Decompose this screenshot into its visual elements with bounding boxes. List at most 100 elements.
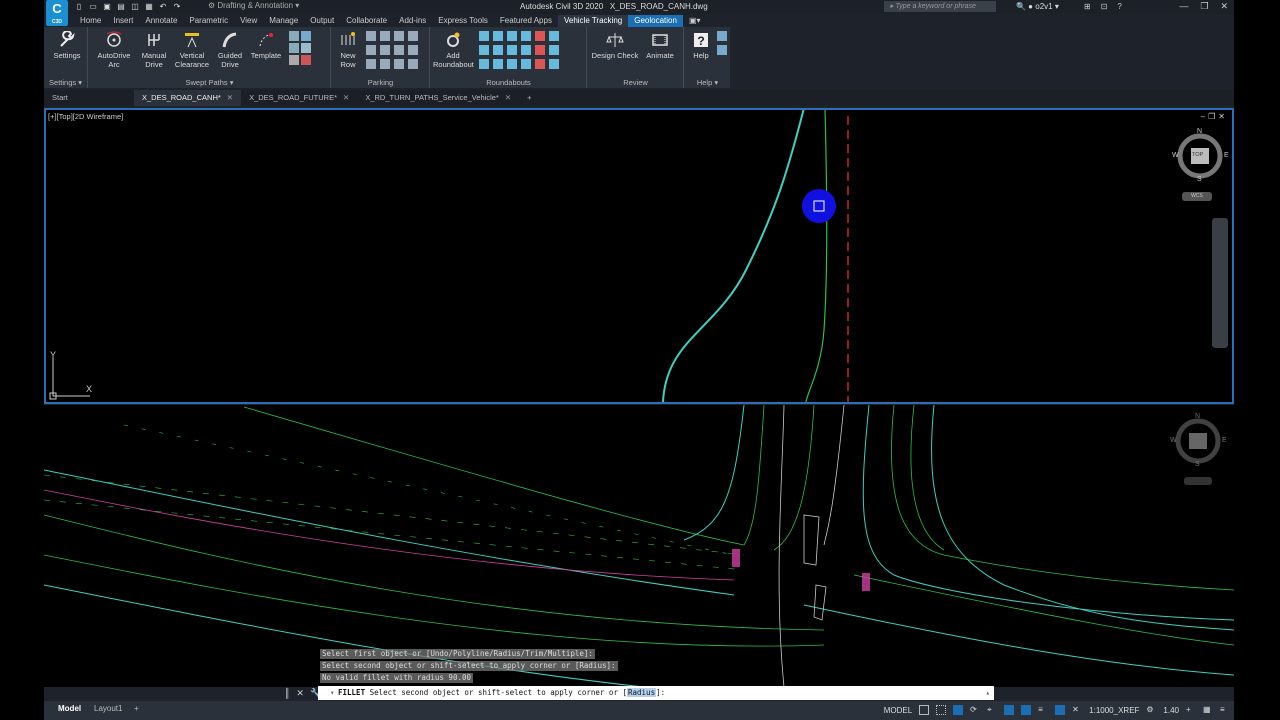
ribbon-tab-collaborate[interactable]: Collaborate (340, 15, 393, 27)
app-logo[interactable]: C C3D (46, 0, 68, 26)
tool-icon[interactable] (493, 31, 503, 41)
viewport-top[interactable]: [+][Top][2D Wireframe] Y X –❐✕ N S E W T… (44, 108, 1234, 404)
tool-icon[interactable] (521, 31, 531, 41)
osnap-icon[interactable] (1004, 705, 1015, 715)
tool-icon[interactable] (521, 45, 531, 55)
design-check-button[interactable]: Design Check (590, 31, 640, 60)
ribbon-tab-output[interactable]: Output (304, 15, 340, 27)
compass-e[interactable]: E (1224, 152, 1229, 159)
redo-icon[interactable]: ↷ (172, 2, 182, 11)
tool-icon[interactable] (408, 45, 418, 55)
tool-icon[interactable] (717, 31, 727, 41)
vp-close-icon[interactable]: ✕ (1218, 112, 1228, 121)
tool-icon[interactable] (301, 55, 311, 65)
command-line-input[interactable]: ▾ FILLET Select second object or shift-s… (318, 686, 994, 700)
save-icon[interactable]: ▣ (102, 2, 112, 11)
tool-icon[interactable] (479, 31, 489, 41)
tool-icon[interactable] (507, 31, 517, 41)
manual-drive-button[interactable]: Manual Drive (137, 31, 171, 69)
print-icon[interactable]: ▦ (144, 2, 154, 11)
ribbon-tab-vehicle-tracking[interactable]: Vehicle Tracking (557, 15, 629, 27)
close-tab-icon[interactable]: ✕ (505, 93, 511, 102)
compass-s[interactable]: S (1195, 461, 1200, 468)
workspace-gear-icon[interactable]: ⚙ (1146, 705, 1156, 715)
tool-icon[interactable] (380, 31, 390, 41)
tool-icon[interactable] (289, 55, 299, 65)
compass-w[interactable]: W (1170, 437, 1177, 444)
annotation-icon[interactable] (1055, 705, 1066, 715)
isolate-icon[interactable]: + (1186, 705, 1196, 715)
tool-icon[interactable] (493, 59, 503, 69)
recent-commands-icon[interactable]: ▾ (330, 686, 335, 700)
tool-icon[interactable] (507, 45, 517, 55)
tool-icon[interactable] (394, 59, 404, 69)
tool-icon[interactable] (535, 59, 545, 69)
close-tab-icon[interactable]: ✕ (227, 93, 233, 102)
zoom-value[interactable]: 1.40 (1163, 706, 1179, 715)
tool-icon[interactable] (535, 31, 545, 41)
tool-icon[interactable] (549, 59, 559, 69)
compass-s[interactable]: S (1197, 176, 1202, 183)
ribbon-extra-icon[interactable]: ▣▾ (683, 15, 707, 27)
viewport-bottom[interactable]: N S E W (44, 405, 1234, 687)
lineweight-icon[interactable]: ≡ (1038, 705, 1048, 715)
vp-minimize-icon[interactable]: – (1201, 112, 1208, 121)
new-row-button[interactable]: New Row (334, 31, 362, 69)
isodraft-icon[interactable]: ⌖ (987, 705, 997, 715)
model-space-toggle[interactable]: MODEL (884, 706, 912, 715)
doc-tab[interactable]: X_RD_TURN_PATHS_Service_Vehicle* ✕ (357, 90, 519, 106)
animate-button[interactable]: Animate (642, 31, 678, 60)
tool-icon[interactable] (380, 59, 390, 69)
wcs-menu[interactable]: WCS (1182, 192, 1212, 201)
snap-icon[interactable] (936, 705, 947, 715)
tool-icon[interactable] (549, 45, 559, 55)
tool-icon[interactable] (479, 45, 489, 55)
tool-icon[interactable] (289, 31, 299, 41)
close-tab-icon[interactable]: ✕ (343, 93, 349, 102)
new-tab-icon[interactable]: + (519, 90, 539, 106)
wcs-menu-inactive[interactable] (1184, 477, 1212, 485)
saveas-icon[interactable]: ▤ (116, 2, 126, 11)
annotation-scale[interactable]: 1:1000_XREF (1089, 706, 1139, 715)
ribbon-tab-insert[interactable]: Insert (107, 15, 139, 27)
workspace-selector[interactable]: ⚙ Drafting & Annotation ▾ (208, 1, 299, 10)
ribbon-tab-express-tools[interactable]: Express Tools (432, 15, 494, 27)
close-commandline-icon[interactable]: ✕ (296, 688, 304, 699)
ribbon-tab-parametric[interactable]: Parametric (183, 15, 234, 27)
grid-icon[interactable] (919, 705, 930, 715)
tool-icon[interactable] (394, 45, 404, 55)
guided-drive-button[interactable]: Guided Drive (213, 31, 247, 69)
grip-icon[interactable]: ║ (284, 688, 290, 699)
compass-n[interactable]: N (1197, 128, 1202, 135)
tool-icon[interactable] (549, 31, 559, 41)
minimize-icon[interactable]: — (1179, 1, 1188, 12)
viewcube-inactive[interactable]: N S E W (1168, 411, 1228, 471)
viewport-label[interactable]: [+][Top][2D Wireframe] (48, 112, 123, 121)
tool-icon[interactable] (380, 45, 390, 55)
otrack-icon[interactable] (1021, 705, 1032, 715)
doc-tab[interactable]: X_DES_ROAD_CANH* ✕ (134, 90, 242, 106)
tool-icon[interactable] (394, 31, 404, 41)
doc-tab[interactable]: Start (44, 90, 134, 106)
ribbon-tab-geolocation[interactable]: Geolocation (628, 15, 683, 27)
compass-e[interactable]: E (1222, 437, 1227, 444)
ribbon-tab-add-ins[interactable]: Add-ins (393, 15, 432, 27)
new-icon[interactable]: ▯ (74, 2, 84, 11)
tool-icon[interactable] (301, 43, 311, 53)
compass-w[interactable]: W (1172, 152, 1179, 159)
scroll-up-icon[interactable]: ▴ (985, 686, 990, 700)
help-panel-label[interactable]: Help ▾ (685, 78, 730, 87)
tab-model[interactable]: Model (58, 704, 81, 713)
help-icon[interactable]: ? (1117, 2, 1121, 11)
radius-option[interactable]: Radius (627, 688, 657, 697)
ortho-icon[interactable] (953, 705, 964, 715)
ribbon-tab-annotate[interactable]: Annotate (139, 15, 183, 27)
tool-icon[interactable] (521, 59, 531, 69)
add-roundabout-button[interactable]: Add Roundabout (433, 31, 474, 69)
tool-icon[interactable] (507, 59, 517, 69)
user-account[interactable]: 🔍 ● o2v1 ▾ (1016, 2, 1059, 11)
add-layout-icon[interactable]: + (134, 704, 139, 713)
tool-icon[interactable] (366, 45, 376, 55)
template-button[interactable]: Template (249, 31, 283, 60)
ribbon-tab-manage[interactable]: Manage (263, 15, 304, 27)
